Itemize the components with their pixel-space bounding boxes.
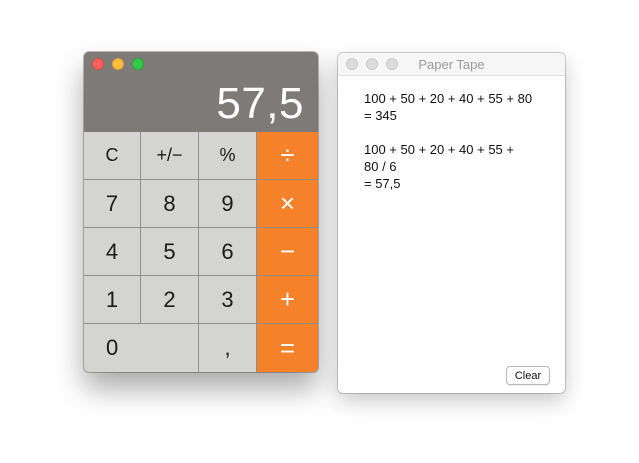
digit-8-key[interactable]: 8 [141,180,199,228]
digit-3-key[interactable]: 3 [199,276,257,324]
tape-entry: 100 + 50 + 20 + 40 + 55 + 80 / 6 = 57,5 [364,141,544,192]
clear-key[interactable]: C [84,132,141,180]
window-title: Paper Tape [418,57,485,72]
equals-key[interactable]: = [257,324,318,372]
digit-1-key[interactable]: 1 [84,276,141,324]
tape-line: 80 / 6 [364,159,397,174]
digit-0-key[interactable]: 0 [84,324,199,372]
tape-line: 100 + 50 + 20 + 40 + 55 + [364,142,514,157]
sign-key[interactable]: +/− [141,132,199,180]
digit-5-key[interactable]: 5 [141,228,199,276]
tape-line: 100 + 50 + 20 + 40 + 55 + 80 [364,91,533,106]
minus-key[interactable]: − [257,228,318,276]
tape-line: = 345 [364,108,397,123]
digit-7-key[interactable]: 7 [84,180,141,228]
digit-9-key[interactable]: 9 [199,180,257,228]
digit-2-key[interactable]: 2 [141,276,199,324]
window-controls [92,58,144,70]
digit-6-key[interactable]: 6 [199,228,257,276]
paper-tape-window: Paper Tape 100 + 50 + 20 + 40 + 55 + 80 … [338,53,565,393]
decimal-key[interactable]: , [199,324,257,372]
divide-key[interactable]: ÷ [257,132,318,180]
tape-entry: 100 + 50 + 20 + 40 + 55 + 80 = 345 [364,90,544,124]
tape-line: = 57,5 [364,176,401,191]
clear-button[interactable]: Clear [506,366,550,385]
keypad: C +/− % ÷ 7 8 9 × 4 5 6 − 1 2 3 + 0 , = [84,132,318,372]
minimize-button[interactable] [112,58,124,70]
percent-key[interactable]: % [199,132,257,180]
calculator-display: 57,5 [216,79,304,128]
zoom-button[interactable] [132,58,144,70]
plus-key[interactable]: + [257,276,318,324]
calculator-window: 57,5 C +/− % ÷ 7 8 9 × 4 5 6 − 1 2 3 + 0… [84,52,318,372]
digit-4-key[interactable]: 4 [84,228,141,276]
multiply-key[interactable]: × [257,180,318,228]
tape-content: 100 + 50 + 20 + 40 + 55 + 80 = 345 100 +… [364,90,544,209]
close-button[interactable] [92,58,104,70]
titlebar: Paper Tape [338,53,565,76]
